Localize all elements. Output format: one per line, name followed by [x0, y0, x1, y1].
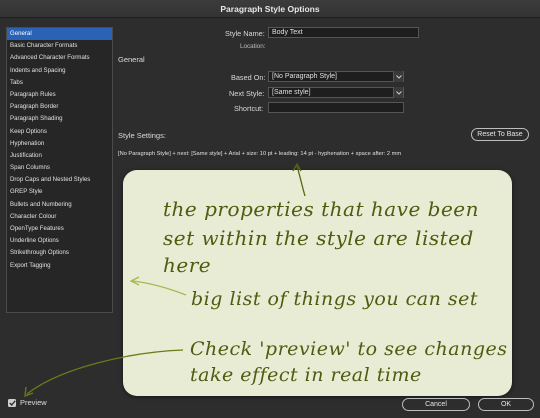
sidebar-item-bullets-and-numbering[interactable]: Bullets and Numbering	[7, 199, 112, 211]
sidebar-item-span-columns[interactable]: Span Columns	[7, 162, 112, 174]
chevron-down-icon	[393, 87, 403, 98]
sidebar-item-indents-and-spacing[interactable]: Indents and Spacing	[7, 65, 112, 77]
category-list[interactable]: General Basic Character Formats Advanced C…	[6, 27, 113, 313]
preview-label: Preview	[20, 398, 47, 407]
sidebar-item-advanced-character-formats[interactable]: Advanced Character Formats	[7, 52, 112, 64]
sidebar-item-export-tagging[interactable]: Export Tagging	[7, 260, 112, 272]
annotation-line-3: here	[163, 253, 212, 277]
based-on-label: Based On:	[231, 73, 266, 82]
preview-toggle[interactable]: Preview	[8, 398, 47, 407]
annotation-line-1: the properties that have been	[163, 197, 479, 221]
preview-checkbox[interactable]	[8, 398, 16, 407]
sidebar-item-general[interactable]: General	[7, 28, 112, 41]
style-settings-text: [No Paragraph Style] + next: [Same style…	[118, 151, 402, 157]
sidebar-item-paragraph-rules[interactable]: Paragraph Rules	[7, 89, 112, 101]
based-on-value: [No Paragraph Style]	[272, 73, 337, 80]
next-style-value: [Same style]	[272, 89, 311, 96]
sidebar-item-underline-options[interactable]: Underline Options	[7, 235, 112, 247]
chevron-down-icon	[393, 71, 403, 82]
sidebar-item-basic-character-formats[interactable]: Basic Character Formats	[7, 40, 112, 52]
sidebar-item-justification[interactable]: Justification	[7, 150, 112, 162]
sidebar-item-tabs[interactable]: Tabs	[7, 77, 112, 89]
sidebar-item-character-colour[interactable]: Character Colour	[7, 211, 112, 223]
annotation-line-2: set within the style are listed	[163, 226, 474, 250]
next-style-label: Next Style:	[229, 89, 265, 98]
sidebar-item-strikethrough-options[interactable]: Strikethrough Options	[7, 247, 112, 259]
based-on-dropdown[interactable]: [No Paragraph Style]	[268, 71, 404, 82]
sidebar-item-grep-style[interactable]: GREP Style	[7, 186, 112, 198]
style-settings-label: Style Settings:	[118, 131, 166, 140]
sidebar-item-hyphenation[interactable]: Hyphenation	[7, 138, 112, 150]
section-title: General	[118, 55, 145, 64]
shortcut-label: Shortcut:	[234, 104, 264, 113]
sidebar-item-opentype-features[interactable]: OpenType Features	[7, 223, 112, 235]
annotation-line-4: big list of things you can set	[191, 288, 478, 310]
reset-to-base-button[interactable]: Reset To Base	[471, 128, 529, 141]
location-label: Location:	[240, 43, 266, 50]
sidebar-item-drop-caps-and-nested-styles[interactable]: Drop Caps and Nested Styles	[7, 174, 112, 186]
style-name-input[interactable]: Body Text	[268, 27, 419, 38]
shortcut-input[interactable]	[268, 102, 404, 113]
cancel-button[interactable]: Cancel	[402, 398, 470, 411]
annotation-line-6: take effect in real time	[190, 364, 422, 386]
style-name-label: Style Name:	[225, 29, 265, 38]
sidebar-item-keep-options[interactable]: Keep Options	[7, 126, 112, 138]
annotation-line-5: Check 'preview' to see changes	[190, 338, 508, 360]
sidebar-item-paragraph-shading[interactable]: Paragraph Shading	[7, 113, 112, 125]
window-title: Paragraph Style Options	[0, 0, 540, 18]
checkmark-icon	[8, 399, 16, 406]
next-style-dropdown[interactable]: [Same style]	[268, 87, 404, 98]
sidebar-item-paragraph-border[interactable]: Paragraph Border	[7, 101, 112, 113]
ok-button[interactable]: OK	[478, 398, 534, 411]
